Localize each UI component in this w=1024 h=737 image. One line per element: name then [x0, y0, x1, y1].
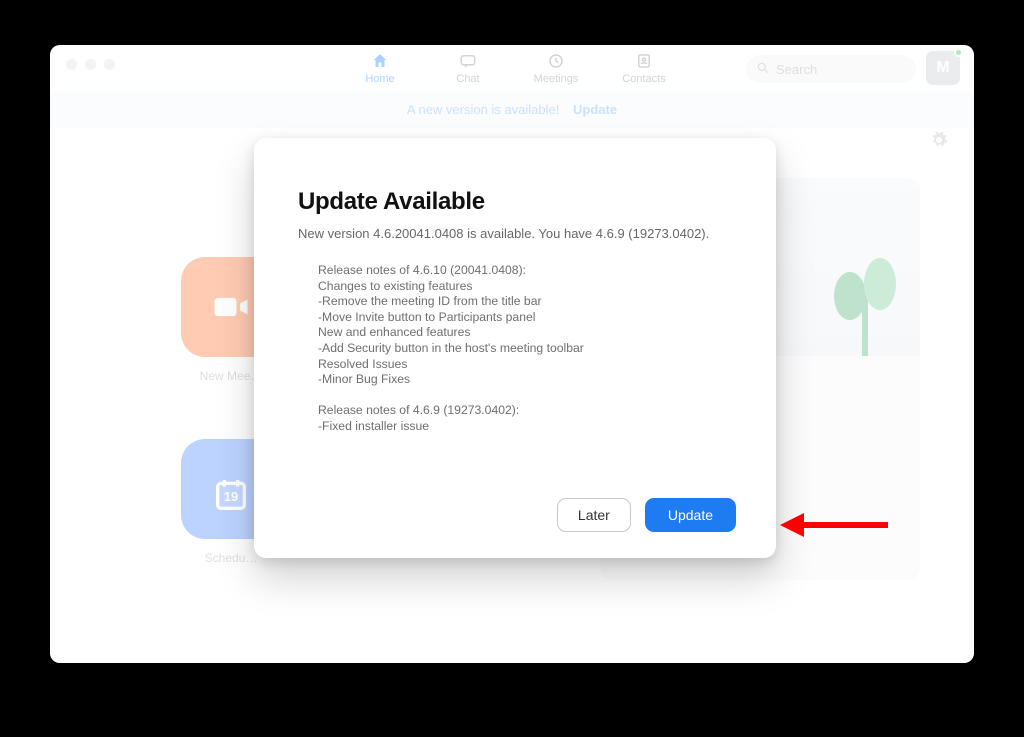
nav-home-label: Home — [356, 73, 404, 85]
attention-arrow-icon — [780, 500, 890, 555]
nav-chat[interactable]: Chat — [444, 51, 492, 85]
clock-icon — [546, 51, 566, 71]
release-notes-text: Release notes of 4.6.10 (20041.0408): Ch… — [318, 263, 732, 435]
dialog-actions: Later Update — [298, 498, 736, 532]
update-button[interactable]: Update — [645, 498, 736, 532]
settings-gear-icon[interactable] — [930, 131, 948, 154]
search-icon — [756, 61, 770, 78]
update-dialog: Update Available New version 4.6.20041.0… — [254, 138, 776, 558]
home-icon — [370, 51, 390, 71]
dialog-subtitle: New version 4.6.20041.0408 is available.… — [298, 226, 732, 241]
banner-text: A new version is available! — [407, 102, 559, 117]
search-input[interactable]: Search — [746, 55, 916, 83]
nav-meetings-label: Meetings — [532, 73, 580, 85]
nav-home[interactable]: Home — [356, 51, 404, 85]
avatar[interactable]: M — [926, 51, 960, 85]
contacts-icon — [634, 51, 654, 71]
banner-update-link[interactable]: Update — [573, 102, 617, 117]
calendar-day: 19 — [224, 489, 238, 504]
nav-meetings[interactable]: Meetings — [532, 51, 580, 85]
avatar-initial: M — [936, 59, 949, 77]
search-placeholder: Search — [776, 62, 817, 77]
chat-icon — [458, 51, 478, 71]
presence-dot — [954, 48, 963, 57]
dialog-title: Update Available — [298, 188, 732, 216]
nav-contacts[interactable]: Contacts — [620, 51, 668, 85]
release-notes: Release notes of 4.6.10 (20041.0408): Ch… — [298, 263, 732, 488]
later-button[interactable]: Later — [557, 498, 631, 532]
plant-icon — [830, 246, 900, 356]
nav-chat-label: Chat — [444, 73, 492, 85]
nav-contacts-label: Contacts — [620, 73, 668, 85]
update-banner: A new version is available! Update — [50, 91, 974, 128]
